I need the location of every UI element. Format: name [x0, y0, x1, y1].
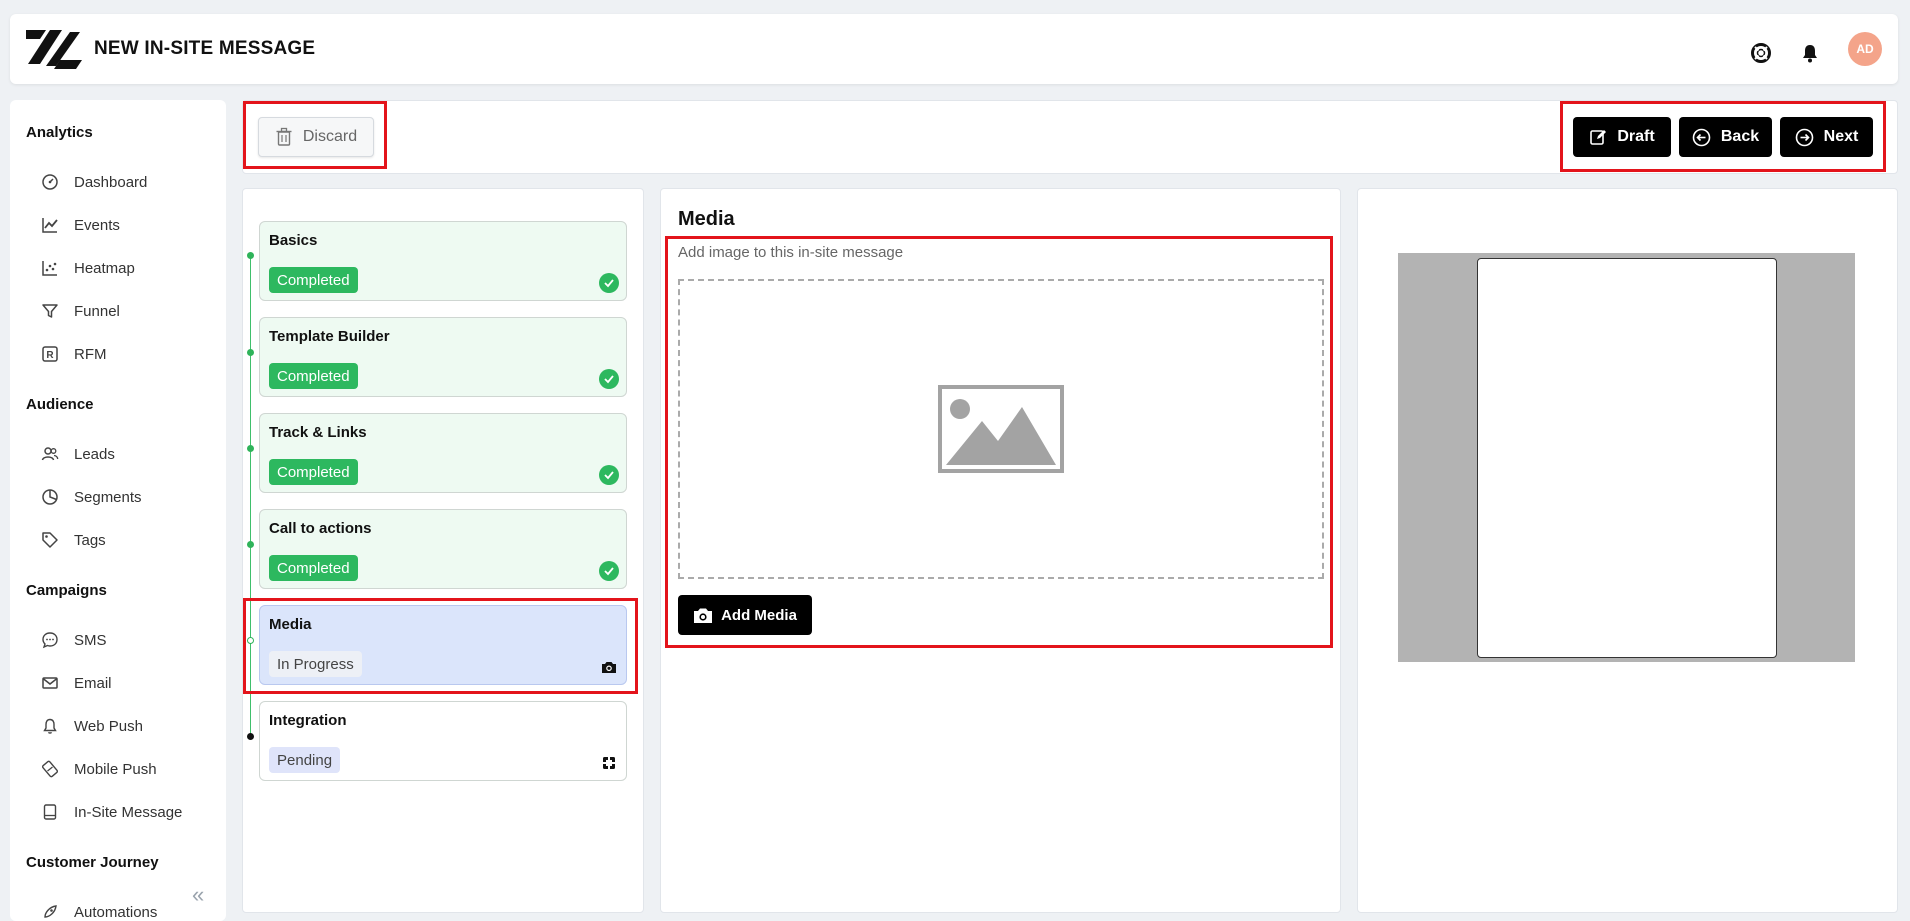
sidebar-item-email[interactable]: Email — [40, 669, 112, 697]
sidebar-item-label: SMS — [74, 631, 107, 649]
status-badge: Completed — [269, 267, 358, 293]
timeline-dot — [247, 733, 254, 740]
timeline-dot — [247, 541, 254, 548]
sidebar-item-label: Tags — [74, 531, 106, 549]
step-title: Call to actions — [269, 520, 372, 537]
funnel-icon — [40, 301, 60, 321]
sidebar-item-segments[interactable]: Segments — [40, 483, 142, 511]
timeline-dot — [247, 445, 254, 452]
sidebar-item-mobile-push[interactable]: Mobile Push — [40, 755, 157, 783]
sidebar-item-leads[interactable]: Leads — [40, 440, 115, 468]
sidebar-item-dashboard[interactable]: Dashboard — [40, 168, 147, 196]
status-badge: Completed — [269, 459, 358, 485]
sidebar-item-sms[interactable]: SMS — [40, 626, 107, 654]
users-icon — [40, 444, 60, 464]
mobile-push-icon — [40, 759, 60, 779]
step-title: Template Builder — [269, 328, 390, 345]
step-title: Basics — [269, 232, 318, 249]
sidebar-item-automations[interactable]: Automations — [40, 898, 157, 921]
svg-text:R: R — [46, 350, 54, 361]
media-section-highlight-box — [665, 236, 1333, 648]
sidebar-item-label: Automations — [74, 903, 158, 921]
sms-bubble-icon — [40, 630, 60, 650]
step-track-links[interactable]: Track & Links Completed — [259, 413, 627, 493]
user-avatar[interactable]: AD — [1848, 32, 1882, 66]
sidebar-item-tags[interactable]: Tags — [40, 526, 106, 554]
integration-icon — [598, 752, 620, 774]
step-integration[interactable]: Integration Pending — [259, 701, 627, 781]
bell-icon[interactable] — [1799, 42, 1821, 64]
sidebar-item-label: Dashboard — [74, 173, 148, 191]
brand-logo[interactable] — [26, 26, 82, 72]
sidebar-item-label: Heatmap — [74, 259, 135, 277]
sidebar-item-rfm[interactable]: R RFM — [40, 340, 107, 368]
sidebar-item-in-site-message[interactable]: In-Site Message — [40, 798, 182, 826]
support-icon[interactable] — [1750, 42, 1772, 64]
step-basics[interactable]: Basics Completed — [259, 221, 627, 301]
sidebar-item-events[interactable]: Events — [40, 211, 120, 239]
step-template-builder[interactable]: Template Builder Completed — [259, 317, 627, 397]
sidebar: Analytics Dashboard Events Heatmap Funne… — [10, 100, 226, 921]
actions-highlight-box — [1560, 101, 1886, 172]
sidebar-item-label: Segments — [74, 488, 142, 506]
sidebar-section-campaigns: Campaigns — [26, 582, 107, 599]
rfm-icon: R — [40, 344, 60, 364]
check-circle-icon — [598, 464, 620, 486]
status-badge: Pending — [269, 747, 341, 773]
status-badge: Completed — [269, 555, 358, 581]
step-title: Track & Links — [269, 424, 367, 441]
envelope-icon — [40, 673, 60, 693]
media-step-highlight-box — [243, 598, 638, 694]
check-circle-icon — [598, 272, 620, 294]
pie-chart-icon — [40, 487, 60, 507]
sidebar-item-heatmap[interactable]: Heatmap — [40, 254, 135, 282]
sidebar-item-funnel[interactable]: Funnel — [40, 297, 120, 325]
in-site-message-icon — [40, 802, 60, 822]
check-circle-icon — [598, 560, 620, 582]
media-title: Media — [678, 208, 735, 230]
sidebar-item-label: Leads — [74, 445, 115, 463]
collapse-sidebar-icon[interactable]: « — [192, 882, 204, 908]
sidebar-item-label: Mobile Push — [74, 760, 157, 778]
timeline-dot — [247, 252, 254, 259]
sidebar-item-label: Events — [74, 216, 120, 234]
check-circle-icon — [598, 368, 620, 390]
top-header: NEW IN-SITE MESSAGE AD — [10, 14, 1898, 84]
tag-icon — [40, 530, 60, 550]
step-call-to-actions[interactable]: Call to actions Completed — [259, 509, 627, 589]
page-title: NEW IN-SITE MESSAGE — [94, 38, 316, 59]
scatter-chart-icon — [40, 258, 60, 278]
sidebar-section-customer-journey: Customer Journey — [26, 854, 159, 871]
discard-highlight-box — [243, 101, 387, 169]
sidebar-item-label: Email — [74, 674, 112, 692]
sidebar-section-analytics: Analytics — [26, 124, 93, 141]
line-chart-icon — [40, 215, 60, 235]
rocket-icon — [40, 902, 60, 921]
status-badge: Completed — [269, 363, 358, 389]
sidebar-item-label: Funnel — [74, 302, 120, 320]
timeline-dot — [247, 349, 254, 356]
bell-icon — [40, 716, 60, 736]
sidebar-item-label: RFM — [74, 345, 107, 363]
gauge-icon — [40, 172, 60, 192]
sidebar-item-label: In-Site Message — [74, 803, 183, 821]
sidebar-item-label: Web Push — [74, 717, 143, 735]
preview-message-card — [1477, 258, 1777, 658]
sidebar-item-web-push[interactable]: Web Push — [40, 712, 143, 740]
step-title: Integration — [269, 712, 347, 729]
sidebar-section-audience: Audience — [26, 396, 94, 413]
